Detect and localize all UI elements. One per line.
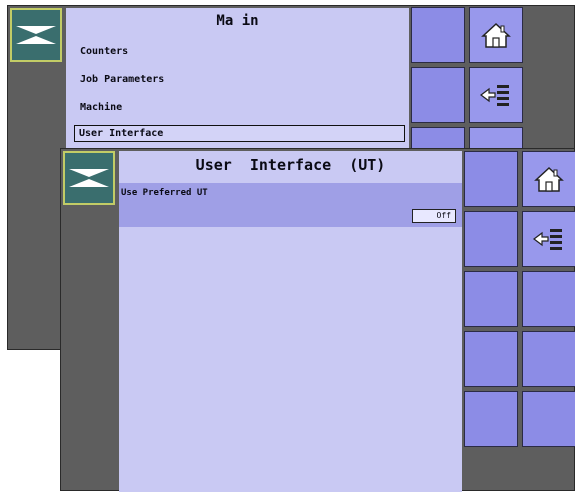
softkey-3[interactable] bbox=[464, 271, 518, 327]
sprayer-boom-logo-icon bbox=[16, 26, 56, 44]
settings-panel: User Interface (UT) Use Preferred UT Off bbox=[119, 151, 462, 492]
softkey-1[interactable] bbox=[411, 7, 465, 63]
back-arrow-list-icon bbox=[533, 229, 562, 250]
home-icon bbox=[534, 166, 564, 192]
softkey-right-4[interactable] bbox=[522, 331, 575, 387]
softkey-1[interactable] bbox=[464, 151, 518, 207]
menu-item-counters[interactable]: Counters bbox=[80, 46, 128, 57]
softkey-right-5[interactable] bbox=[522, 391, 575, 447]
setting-row-use-preferred-ut[interactable]: Use Preferred UT Off bbox=[119, 183, 462, 227]
back-arrow-list-icon bbox=[480, 85, 509, 106]
use-preferred-ut-toggle[interactable]: Off bbox=[412, 209, 456, 223]
menu-item-job-parameters[interactable]: Job Parameters bbox=[80, 74, 164, 85]
logo-button[interactable] bbox=[10, 8, 62, 62]
back-button[interactable] bbox=[469, 67, 523, 123]
back-button[interactable] bbox=[522, 211, 575, 267]
menu-item-machine[interactable]: Machine bbox=[80, 102, 122, 113]
page-title: User Interface (UT) bbox=[195, 156, 386, 174]
home-button[interactable] bbox=[522, 151, 575, 207]
home-icon bbox=[481, 22, 511, 48]
page-title: Ma in bbox=[216, 13, 259, 29]
sprayer-boom-logo-icon bbox=[69, 169, 109, 187]
softkey-2[interactable] bbox=[464, 211, 518, 267]
logo-button[interactable] bbox=[63, 151, 115, 205]
user-interface-screen: User Interface (UT) Use Preferred UT Off bbox=[60, 148, 575, 492]
softkey-right-3[interactable] bbox=[522, 271, 575, 327]
setting-label: Use Preferred UT bbox=[121, 188, 208, 198]
home-button[interactable] bbox=[469, 7, 523, 63]
menu-item-user-interface[interactable]: User Interface bbox=[74, 125, 405, 142]
softkey-2[interactable] bbox=[411, 67, 465, 123]
softkey-4[interactable] bbox=[464, 331, 518, 387]
softkey-5[interactable] bbox=[464, 391, 518, 447]
